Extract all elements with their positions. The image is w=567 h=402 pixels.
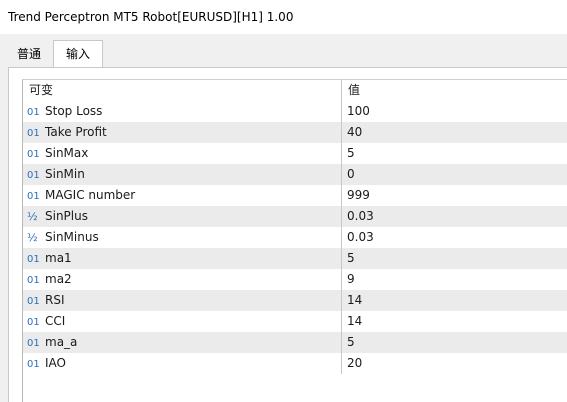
parameter-name-cell[interactable]: 01 SinMax (23, 143, 342, 164)
parameter-name-cell[interactable]: 01 CCI (23, 311, 342, 332)
tab-inputs[interactable]: 输入 (53, 40, 103, 68)
integer-type-icon: 01 (27, 254, 40, 265)
table-row[interactable]: ½ SinPlus 0.03 (23, 206, 567, 227)
parameter-value-cell[interactable]: 20 (342, 353, 567, 374)
table-row[interactable]: 01 IAO 20 (23, 353, 567, 374)
parameter-value-cell[interactable]: 5 (342, 143, 567, 164)
table-row[interactable]: 01 RSI 14 (23, 290, 567, 311)
integer-type-icon: 01 (27, 338, 40, 349)
parameter-name: ma2 (45, 272, 72, 286)
integer-type-icon: 01 (27, 296, 40, 307)
parameter-name: ma1 (45, 251, 72, 265)
integer-type-icon: 01 (27, 191, 40, 202)
properties-dialog: Trend Perceptron MT5 Robot[EURUSD][H1] 1… (0, 0, 567, 402)
table-row[interactable]: 01 ma_a 5 (23, 332, 567, 353)
parameter-name-cell[interactable]: 01 ma1 (23, 248, 342, 269)
inputs-panel: 可变 值 01 Stop Loss 100 01 Take Profit 40 01 SinM… (8, 67, 567, 402)
double-type-icon: ½ (27, 210, 38, 223)
parameter-name: SinMin (45, 167, 85, 181)
tab-common[interactable]: 普通 (6, 41, 52, 68)
integer-type-icon: 01 (27, 359, 40, 370)
parameter-value-cell[interactable]: 14 (342, 290, 567, 311)
parameter-value-cell[interactable]: 14 (342, 311, 567, 332)
table-row[interactable]: 01 MAGIC number 999 (23, 185, 567, 206)
parameter-name: RSI (45, 293, 65, 307)
parameter-value-cell[interactable]: 0 (342, 164, 567, 185)
grid-header: 可变 值 (23, 80, 567, 101)
integer-type-icon: 01 (27, 170, 40, 181)
window-title: Trend Perceptron MT5 Robot[EURUSD][H1] 1… (8, 10, 294, 24)
parameter-name-cell[interactable]: 01 RSI (23, 290, 342, 311)
parameter-value-cell[interactable]: 5 (342, 332, 567, 353)
table-row[interactable]: 01 CCI 14 (23, 311, 567, 332)
parameter-name: IAO (45, 356, 66, 370)
table-row[interactable]: 01 ma1 5 (23, 248, 567, 269)
parameter-name: MAGIC number (45, 188, 136, 202)
parameter-name: SinPlus (45, 209, 88, 223)
table-row[interactable]: ½ SinMinus 0.03 (23, 227, 567, 248)
table-row[interactable]: 01 ma2 9 (23, 269, 567, 290)
table-row[interactable]: 01 Stop Loss 100 (23, 101, 567, 122)
inputs-grid: 可变 值 01 Stop Loss 100 01 Take Profit 40 01 SinM… (22, 79, 567, 402)
parameter-name-cell[interactable]: 01 IAO (23, 353, 342, 374)
column-header-variable[interactable]: 可变 (23, 80, 342, 101)
parameter-name: SinMinus (45, 230, 99, 244)
parameter-name-cell[interactable]: 01 Take Profit (23, 122, 342, 143)
parameter-name: Take Profit (45, 125, 107, 139)
parameter-name-cell[interactable]: 01 SinMin (23, 164, 342, 185)
parameter-name-cell[interactable]: ½ SinPlus (23, 206, 342, 227)
parameter-value-cell[interactable]: 40 (342, 122, 567, 143)
integer-type-icon: 01 (27, 317, 40, 328)
table-row[interactable]: 01 SinMin 0 (23, 164, 567, 185)
table-row[interactable]: 01 Take Profit 40 (23, 122, 567, 143)
parameter-value-cell[interactable]: 0.03 (342, 227, 567, 248)
parameter-name-cell[interactable]: 01 Stop Loss (23, 101, 342, 122)
parameter-name: CCI (45, 314, 66, 328)
column-header-value[interactable]: 值 (342, 80, 567, 101)
tab-bar: 普通 输入 (0, 34, 567, 68)
integer-type-icon: 01 (27, 275, 40, 286)
double-type-icon: ½ (27, 231, 38, 244)
parameter-value-cell[interactable]: 999 (342, 185, 567, 206)
integer-type-icon: 01 (27, 128, 40, 139)
parameter-name-cell[interactable]: 01 MAGIC number (23, 185, 342, 206)
title-bar: Trend Perceptron MT5 Robot[EURUSD][H1] 1… (0, 0, 567, 34)
integer-type-icon: 01 (27, 107, 40, 118)
parameter-value-cell[interactable]: 100 (342, 101, 567, 122)
parameter-name: Stop Loss (45, 104, 103, 118)
parameter-name: SinMax (45, 146, 89, 160)
parameter-name-cell[interactable]: ½ SinMinus (23, 227, 342, 248)
parameter-value-cell[interactable]: 0.03 (342, 206, 567, 227)
table-row[interactable]: 01 SinMax 5 (23, 143, 567, 164)
integer-type-icon: 01 (27, 149, 40, 160)
parameter-name-cell[interactable]: 01 ma_a (23, 332, 342, 353)
parameter-value-cell[interactable]: 5 (342, 248, 567, 269)
parameter-value-cell[interactable]: 9 (342, 269, 567, 290)
parameter-name-cell[interactable]: 01 ma2 (23, 269, 342, 290)
parameter-name: ma_a (45, 335, 78, 349)
